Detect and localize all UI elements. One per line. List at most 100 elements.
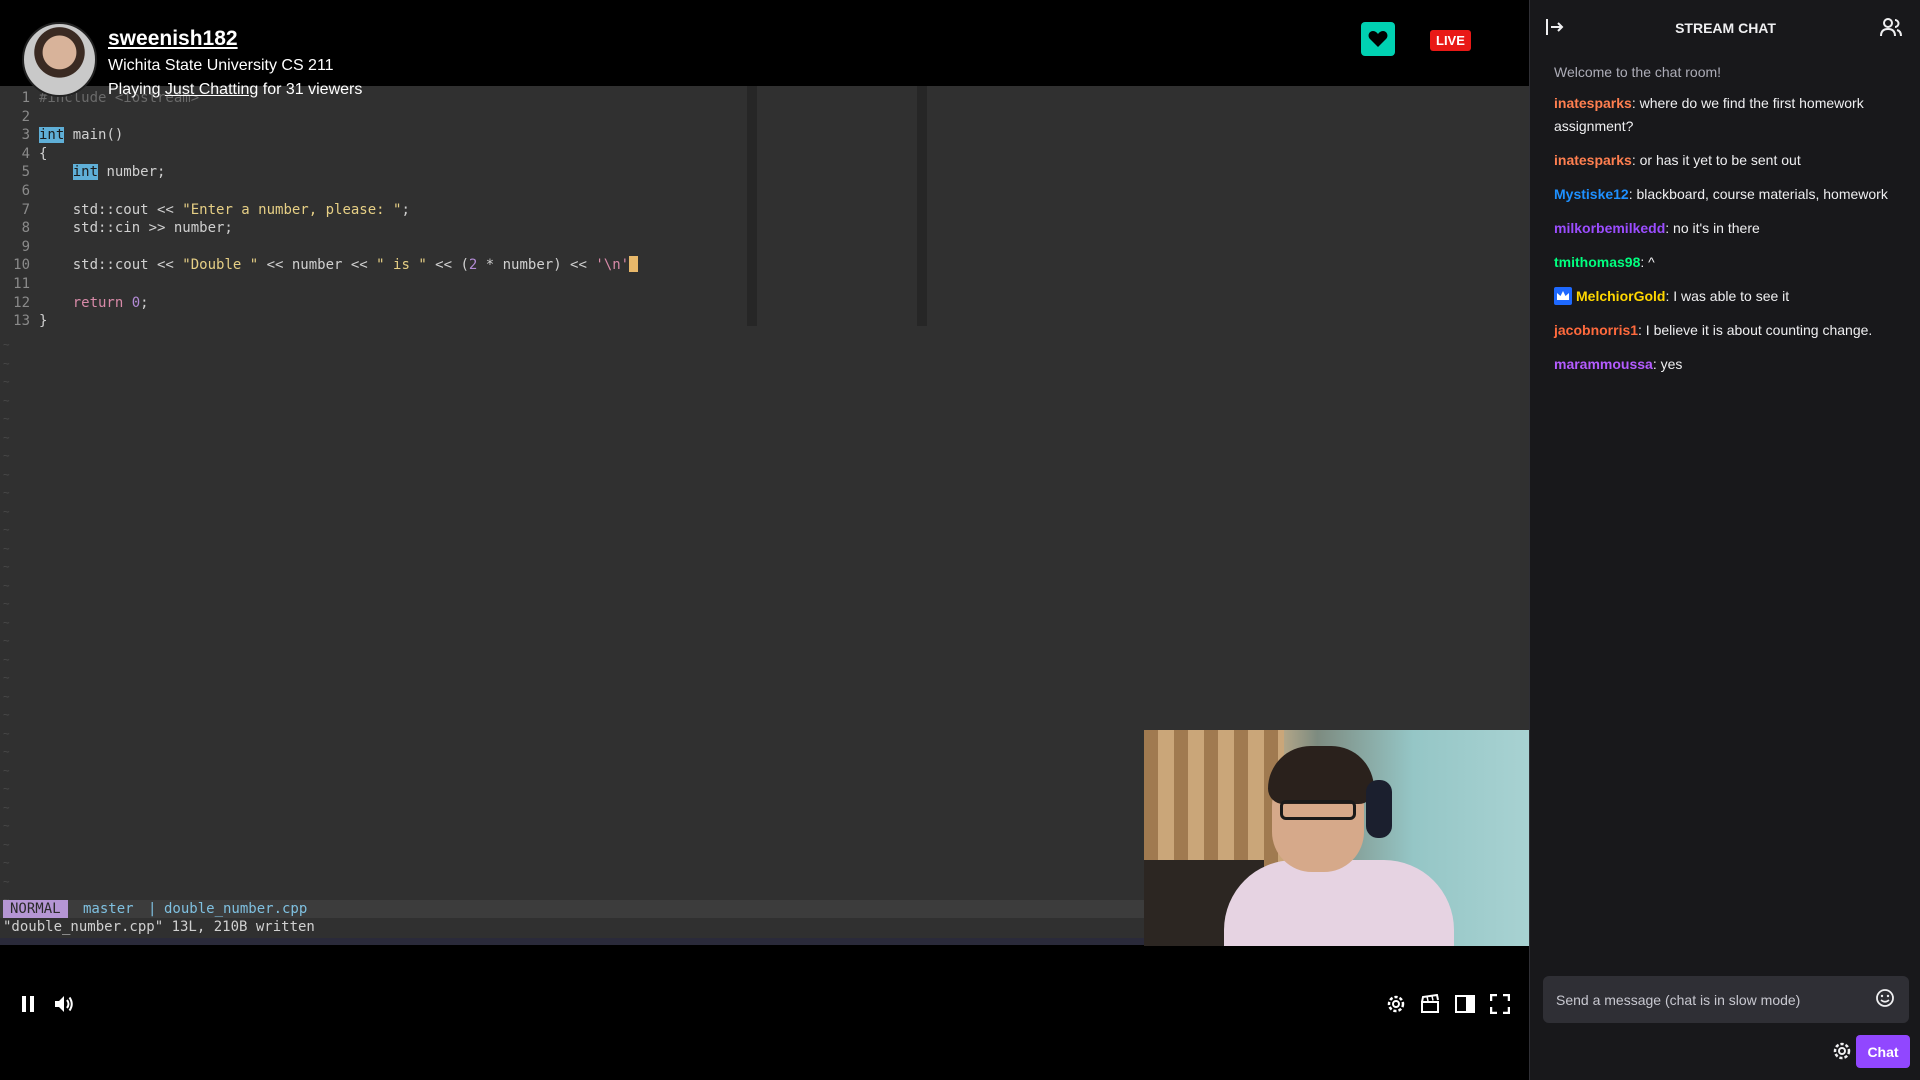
code-text: int main() <box>39 127 124 144</box>
follow-button[interactable] <box>1361 22 1395 56</box>
line-number: 11 <box>13 276 30 292</box>
line-number: 10 <box>13 257 30 274</box>
settings-button[interactable] <box>1382 990 1410 1018</box>
stream-category-line: Playing Just Chatting for 31 viewers <box>108 81 362 99</box>
empty-line-marker: ~ <box>3 615 10 629</box>
line-number: 9 <box>21 238 30 255</box>
vim-mode: NORMAL <box>3 900 68 918</box>
webcam-overlay <box>1144 730 1529 946</box>
line-number: 4 <box>21 145 30 162</box>
code-text: std::cin >> number; <box>39 220 233 237</box>
avatar[interactable] <box>22 22 97 97</box>
chat-message-text: : blackboard, course materials, homework <box>1628 186 1888 202</box>
chat-username[interactable]: Mystiske12 <box>1554 186 1629 202</box>
code-text: std::cout << "Enter a number, please: "; <box>39 201 410 218</box>
code-text: std::cout << "Double " << number << " is… <box>39 256 639 274</box>
empty-line-marker: ~ <box>3 708 10 721</box>
empty-line-marker: ~ <box>3 430 10 444</box>
pause-button[interactable] <box>14 990 42 1018</box>
chat-username[interactable]: MelchiorGold <box>1576 288 1665 304</box>
viewer-count: for 31 viewers <box>258 81 363 98</box>
clip-button[interactable] <box>1416 990 1444 1018</box>
chat-username[interactable]: tmithomas98 <box>1554 254 1640 270</box>
file-name: double_number.cpp <box>164 901 308 917</box>
theatre-mode-icon <box>1455 995 1475 1013</box>
line-number: 12 <box>13 294 30 311</box>
empty-line-marker: ~ <box>3 652 10 666</box>
empty-line-marker: ~ <box>3 504 10 518</box>
chat-message: MelchiorGold: I was able to see it <box>1554 285 1906 308</box>
fullscreen-button[interactable] <box>1486 990 1514 1018</box>
text-cursor <box>629 256 639 273</box>
chat-username[interactable]: inatesparks <box>1554 95 1632 111</box>
editor-bottom-bar <box>0 938 1144 945</box>
chat-message: tmithomas98: ^ <box>1554 251 1906 274</box>
chat-send-button[interactable]: Chat <box>1856 1035 1910 1068</box>
pause-icon <box>22 996 34 1012</box>
line-number: 1 <box>21 90 30 106</box>
chat-input[interactable] <box>1543 976 1863 1023</box>
chat-message-text: : or has it yet to be sent out <box>1631 152 1801 168</box>
chat-message: Mystiske12: blackboard, course materials… <box>1554 183 1906 206</box>
game-link[interactable]: Just Chatting <box>165 81 258 98</box>
empty-line-marker: ~ <box>3 763 10 777</box>
clapperboard-icon <box>1421 994 1439 1013</box>
empty-line-marker: ~ <box>3 541 10 555</box>
line-number: 13 <box>13 313 30 330</box>
empty-line-marker: ~ <box>3 689 10 703</box>
chat-input-box[interactable] <box>1543 976 1909 1023</box>
theatre-mode-button[interactable] <box>1451 990 1479 1018</box>
statusline-separator: | <box>148 901 157 917</box>
emote-picker-button[interactable] <box>1875 988 1897 1010</box>
volume-button[interactable] <box>50 990 78 1018</box>
vim-command-line: "double_number.cpp" 13L, 210B written <box>3 919 315 935</box>
volume-icon <box>55 996 73 1012</box>
chat-message: jacobnorris1: I believe it is about coun… <box>1554 319 1906 342</box>
chat-username[interactable]: inatesparks <box>1554 152 1632 168</box>
empty-line-marker: ~ <box>3 449 10 462</box>
line-number: 5 <box>21 164 30 181</box>
code-text: } <box>39 313 48 330</box>
empty-line-marker: ~ <box>3 486 10 499</box>
empty-line-marker: ~ <box>3 338 10 351</box>
video-player[interactable]: 1 #include <iostream> 2 3 int main() 4{5 int … <box>0 0 1529 1080</box>
chat-welcome-message: Welcome to the chat room! <box>1554 64 1722 80</box>
chat-username[interactable]: jacobnorris1 <box>1554 322 1638 338</box>
empty-line-marker: ~ <box>3 356 10 370</box>
empty-line-marker: ~ <box>3 837 10 851</box>
empty-line-marker: ~ <box>3 856 10 869</box>
chat-username[interactable]: marammoussa <box>1554 356 1653 372</box>
crown-badge-icon[interactable] <box>1554 287 1572 305</box>
empty-line-marker: ~ <box>3 412 10 425</box>
empty-line-marker: ~ <box>3 671 10 684</box>
playing-prefix: Playing <box>108 81 165 98</box>
line-number: 3 <box>21 127 30 144</box>
fullscreen-icon <box>1490 994 1510 1014</box>
community-button[interactable] <box>1880 16 1904 40</box>
empty-line-marker: ~ <box>3 375 10 388</box>
chat-message: inatesparks: or has it yet to be sent ou… <box>1554 149 1906 172</box>
chat-message-text: : I was able to see it <box>1665 288 1790 304</box>
code-text: int number; <box>72 164 166 181</box>
empty-line-marker: ~ <box>3 467 10 481</box>
chat-username[interactable]: milkorbemilkedd <box>1554 220 1665 236</box>
chat-settings-button[interactable] <box>1831 1040 1855 1064</box>
empty-line-marker: ~ <box>3 393 10 407</box>
empty-line-marker: ~ <box>3 745 10 758</box>
code-text: { <box>39 145 48 162</box>
empty-line-marker: ~ <box>3 523 10 536</box>
streamer-name-link[interactable]: sweenish182 <box>108 27 238 51</box>
editor-vertical-split <box>747 86 757 326</box>
chat-message-text: : no it's in there <box>1665 220 1760 236</box>
chat-title: STREAM CHAT <box>1675 20 1776 36</box>
chat-message: inatesparks: where do we find the first … <box>1554 92 1906 138</box>
gear-icon <box>1387 995 1405 1013</box>
empty-line-marker: ~ <box>3 726 10 740</box>
chat-message-list: Welcome to the chat room! inatesparks: w… <box>1554 62 1906 387</box>
empty-line-marker: ~ <box>3 578 10 592</box>
editor-vertical-split <box>917 86 927 326</box>
live-badge: LIVE <box>1430 30 1471 51</box>
empty-line-marker: ~ <box>3 597 10 610</box>
smiley-icon <box>1876 989 1894 1007</box>
chat-panel: STREAM CHAT Welcome to the chat room! in… <box>1529 0 1920 1080</box>
